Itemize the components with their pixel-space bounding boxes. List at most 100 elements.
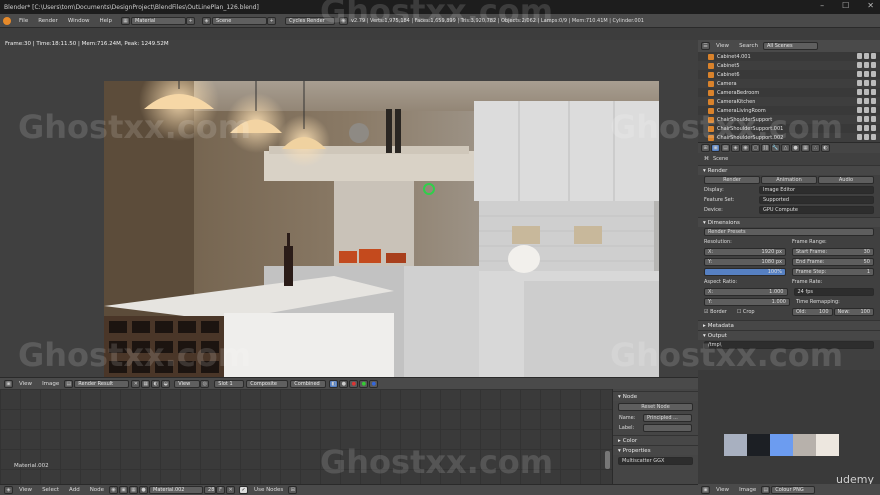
aspect-x-field[interactable]: X: 1.000 (704, 288, 788, 296)
outliner-view-menu[interactable]: View (711, 43, 734, 49)
end-frame-field[interactable]: End Frame: 50 (792, 258, 874, 266)
pin-nodes-icon[interactable]: ⊞ (288, 486, 298, 494)
menu-select[interactable]: Select (37, 487, 64, 493)
menu-render[interactable]: Render (33, 18, 63, 24)
screen-layout-icon[interactable]: ▦ (121, 16, 131, 25)
feature-set-select[interactable]: Supported (759, 196, 874, 204)
outliner-item[interactable]: CameraKitchen (698, 97, 880, 106)
distribution-select[interactable]: Multiscatter GGX (618, 457, 693, 465)
metadata-section-header[interactable]: ▸ Metadata (698, 320, 880, 330)
image-icon[interactable]: ▦ (141, 379, 151, 388)
image-format-select[interactable]: Colour PNG (771, 485, 816, 494)
resolution-x-field[interactable]: X: 1920 px (704, 248, 786, 256)
outliner-item[interactable]: CameraLivingRoom (698, 106, 880, 115)
color-section-header[interactable]: ▸ Color (613, 435, 698, 445)
start-frame-field[interactable]: Start Frame: 30 (792, 248, 874, 256)
frame-rate-select[interactable]: 24 fps (793, 288, 874, 296)
render-section-header[interactable]: ▾ Render (698, 165, 880, 175)
properties-type-icon[interactable]: ⊞ (701, 144, 710, 152)
shader-nodes-icon[interactable]: ◉ (109, 486, 119, 494)
slot-select[interactable]: Slot 1 (214, 379, 245, 388)
border-checkbox[interactable]: ☑ Border (704, 309, 727, 315)
data-tab-icon[interactable]: △ (781, 144, 790, 152)
outliner-type-icon[interactable]: ☰ (701, 42, 710, 50)
render-button[interactable]: Render (704, 176, 760, 184)
material-users[interactable]: 28 (204, 486, 217, 494)
texture-tab-icon[interactable]: ▦ (801, 144, 810, 152)
menu-file[interactable]: File (14, 18, 33, 24)
unlink-icon[interactable]: ✕ (226, 486, 236, 494)
menu-image[interactable]: Image (37, 381, 64, 387)
display-channel-blue-icon[interactable]: ● (369, 379, 379, 388)
menu-view[interactable]: View (14, 487, 37, 493)
paint-icon[interactable]: ◐ (151, 379, 161, 388)
outliner-item[interactable]: Cabinet6 (698, 70, 880, 79)
modifiers-tab-icon[interactable]: 🔧 (771, 144, 780, 152)
resolution-y-field[interactable]: Y: 1080 px (704, 258, 786, 266)
node-editor-area[interactable]: Material.002 (0, 389, 612, 484)
menu-add[interactable]: Add (64, 487, 85, 493)
menu-view[interactable]: View (14, 381, 37, 387)
render-tab-icon[interactable]: ▣ (711, 144, 720, 152)
image-select[interactable]: Render Result (74, 379, 130, 388)
remap-new-field[interactable]: New: 100 (833, 308, 874, 316)
display-channel-green-icon[interactable]: ● (359, 379, 369, 388)
remap-old-field[interactable]: Old: 100 (792, 308, 833, 316)
output-path-field[interactable]: /tmp\ (704, 341, 874, 349)
world-tab-icon[interactable]: ◉ (741, 144, 750, 152)
view-mode-select[interactable]: View (174, 379, 201, 388)
frame-step-field[interactable]: Frame Step: 1 (792, 268, 874, 276)
crop-checkbox[interactable]: ☐ Crop (737, 309, 755, 315)
audio-button[interactable]: Audio (818, 176, 874, 184)
outliner-item[interactable]: Camera (698, 79, 880, 88)
fake-user-icon[interactable]: F (216, 486, 226, 494)
constraints-tab-icon[interactable]: ⛓ (761, 144, 770, 152)
close-button[interactable]: ✕ (867, 1, 874, 10)
menu-image[interactable]: Image (734, 487, 761, 493)
outliner-item[interactable]: Cabinet4.001 (698, 52, 880, 61)
menu-node[interactable]: Node (85, 487, 109, 493)
render-presets-select[interactable]: Render Presets (704, 228, 874, 236)
image-browse-icon[interactable]: ▤ (64, 379, 74, 388)
display-channel-red-icon[interactable]: ● (349, 379, 359, 388)
mask-icon[interactable]: ◒ (161, 379, 171, 388)
material-browse-icon[interactable]: ● (139, 486, 149, 494)
reset-node-button[interactable]: Reset Node (618, 403, 693, 411)
maximize-button[interactable]: ☐ (842, 1, 849, 10)
outliner-item[interactable]: ChairShoulderSupport (698, 115, 880, 124)
dimensions-section-header[interactable]: ▾ Dimensions (698, 217, 880, 227)
menu-window[interactable]: Window (63, 18, 95, 24)
minimize-button[interactable]: – (820, 1, 824, 10)
scene-icon[interactable]: ◈ (202, 16, 212, 25)
screen-layout-select[interactable]: Material (131, 16, 187, 25)
output-section-header[interactable]: ▾ Output (698, 330, 880, 340)
outliner-display-select[interactable]: All Scenes (762, 42, 818, 50)
display-rgb-icon[interactable]: ◧ (329, 379, 339, 388)
outliner-item[interactable]: Cabinet5 (698, 61, 880, 70)
use-nodes-checkbox[interactable]: ✓ (239, 486, 249, 494)
node-label-field[interactable] (643, 424, 692, 432)
scene-tab-icon[interactable]: ◈ (731, 144, 740, 152)
resolution-percentage-field[interactable]: 100% (704, 268, 786, 276)
physics-tab-icon[interactable]: ◐ (821, 144, 830, 152)
render-layers-tab-icon[interactable]: ▤ (721, 144, 730, 152)
compositing-nodes-icon[interactable]: ▣ (119, 486, 129, 494)
material-select[interactable]: Material.002 (149, 486, 204, 494)
outliner-item[interactable]: ChairShoulderSupport.001 (698, 124, 880, 133)
object-tab-icon[interactable]: ▢ (751, 144, 760, 152)
render-engine-select[interactable]: Cycles Render (285, 16, 336, 25)
pass-select[interactable]: Combined (290, 379, 327, 388)
image-browse-icon[interactable]: ▤ (761, 485, 771, 494)
pin-icon[interactable]: ✕ (131, 379, 141, 388)
add-scene-icon[interactable]: + (267, 16, 277, 25)
particles-tab-icon[interactable]: ∴ (811, 144, 820, 152)
display-select[interactable]: Image Editor (759, 186, 874, 194)
add-screen-icon[interactable]: + (186, 16, 196, 25)
node-editor-scrollbar[interactable] (605, 451, 610, 469)
aspect-y-field[interactable]: Y: 1.000 (704, 298, 790, 306)
outliner-item[interactable]: ChairShoulderSupport.002 (698, 133, 880, 142)
node-section-header[interactable]: ▾ Node (613, 391, 698, 401)
editor-type-icon[interactable]: ▣ (4, 379, 13, 388)
node-editor-type-icon[interactable]: ◈ (4, 486, 13, 494)
texture-nodes-icon[interactable]: ▦ (129, 486, 139, 494)
